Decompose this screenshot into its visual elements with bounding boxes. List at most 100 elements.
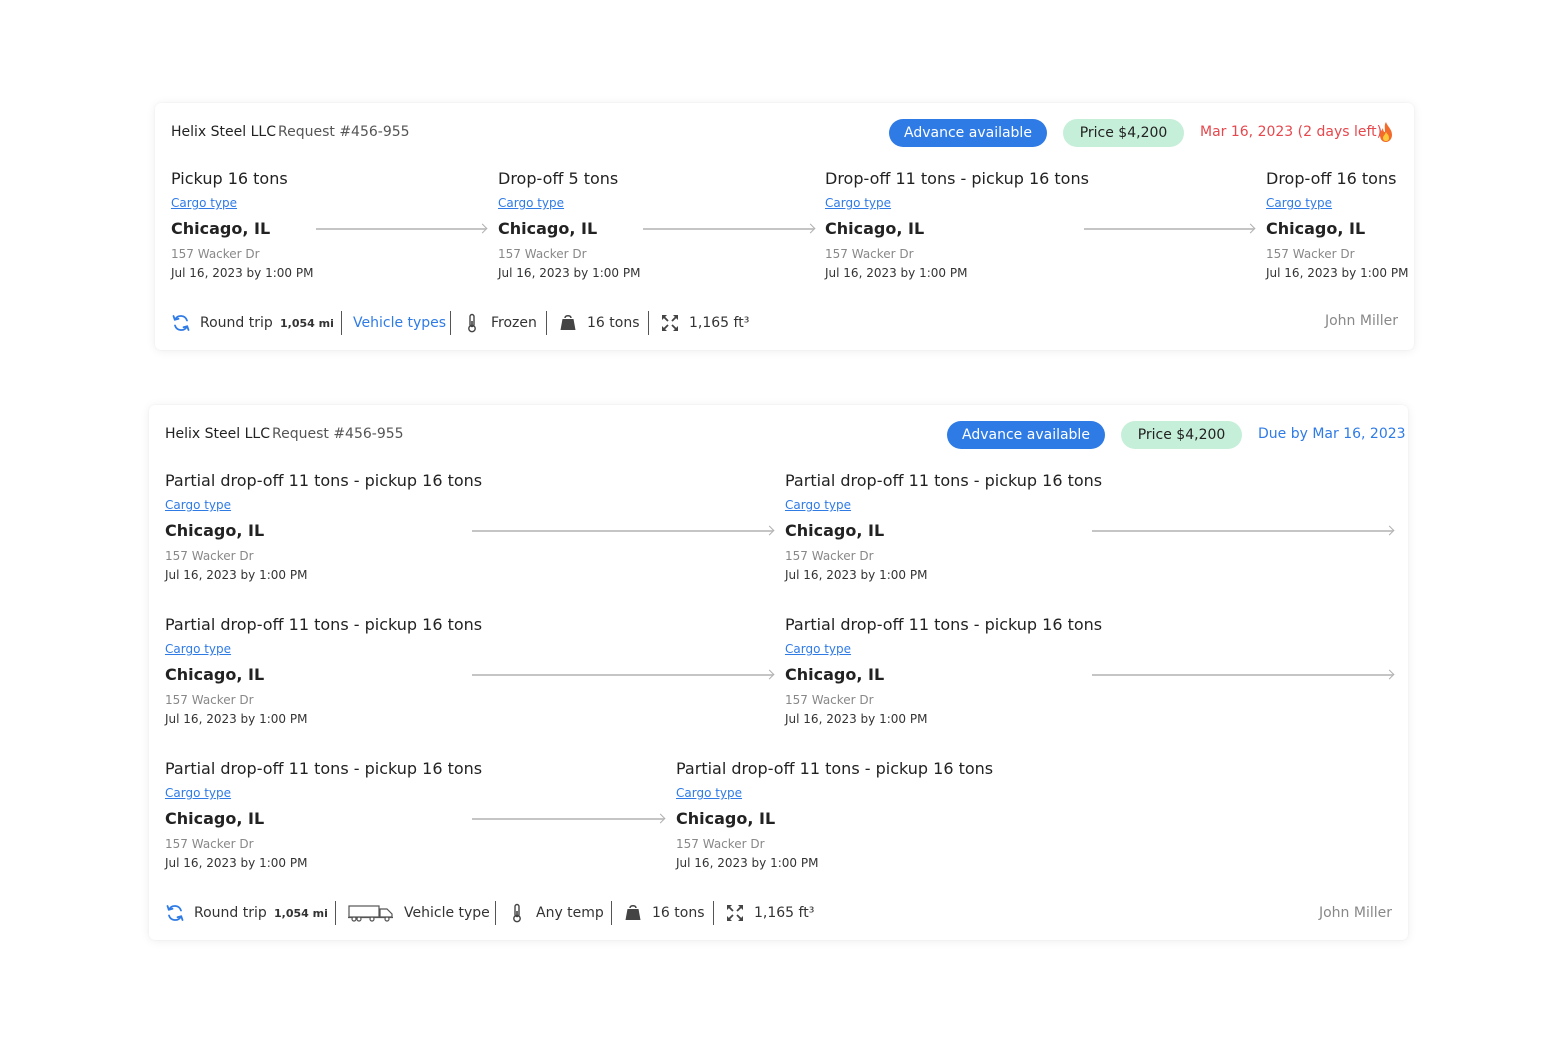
trip-distance: 1,054 mi <box>274 907 328 920</box>
trip-type: Round trip <box>194 905 267 921</box>
round-trip-icon <box>172 315 190 331</box>
weight: 16 tons <box>587 315 640 331</box>
cargo-type-link[interactable]: Cargo type <box>676 786 993 800</box>
cargo-type-link[interactable]: Cargo type <box>165 642 482 656</box>
stop: Partial drop-off 11 tons - pickup 16 ton… <box>676 759 993 870</box>
stop-city: Chicago, IL <box>1266 219 1366 238</box>
divider <box>495 901 496 925</box>
cargo-type-link[interactable]: Cargo type <box>165 498 482 512</box>
stop: Drop-off 16 tons Cargo type Chicago, IL … <box>1266 169 1408 280</box>
temperature: Any temp <box>536 905 604 921</box>
weight: 16 tons <box>652 905 705 921</box>
stop: Partial drop-off 11 tons - pickup 16 ton… <box>165 471 482 582</box>
stop-title: Partial drop-off 11 tons - pickup 16 ton… <box>676 759 994 778</box>
load-card[interactable]: Helix Steel LLC Request #456-955 Advance… <box>149 405 1408 940</box>
company-name: Helix Steel LLC <box>165 426 270 442</box>
stop-address: 157 Wacker Dr <box>165 693 254 707</box>
expand-icon <box>662 315 678 331</box>
stop-address: 157 Wacker Dr <box>785 693 874 707</box>
owner-name: John Miller <box>1324 313 1398 329</box>
stop-date: Jul 16, 2023 by 1:00 PM <box>825 266 968 280</box>
round-trip-icon <box>166 905 184 921</box>
stop: Partial drop-off 11 tons - pickup 16 ton… <box>785 615 1102 726</box>
cargo-type-link[interactable]: Cargo type <box>785 642 1102 656</box>
stop-address: 157 Wacker Dr <box>1266 247 1355 261</box>
cargo-type-link[interactable]: Cargo type <box>498 196 640 210</box>
price-badge: Price $4,200 <box>1121 421 1242 449</box>
divider <box>335 901 336 925</box>
stop-title: Pickup 16 tons <box>171 169 288 188</box>
divider <box>450 311 451 335</box>
stop-city: Chicago, IL <box>785 665 885 684</box>
cargo-type-link[interactable]: Cargo type <box>1266 196 1408 210</box>
cargo-type-link[interactable]: Cargo type <box>171 196 313 210</box>
stop-date: Jul 16, 2023 by 1:00 PM <box>785 712 928 726</box>
stop-city: Chicago, IL <box>165 809 265 828</box>
stop-title: Drop-off 5 tons <box>498 169 619 188</box>
stop-title: Partial drop-off 11 tons - pickup 16 ton… <box>165 471 483 490</box>
stop-date: Jul 16, 2023 by 1:00 PM <box>498 266 641 280</box>
divider <box>648 311 649 335</box>
stop-city: Chicago, IL <box>171 219 271 238</box>
stop-address: 157 Wacker Dr <box>498 247 587 261</box>
expand-icon <box>727 905 743 921</box>
stop-address: 157 Wacker Dr <box>165 549 254 563</box>
stop: Partial drop-off 11 tons - pickup 16 ton… <box>165 615 482 726</box>
thermometer-icon <box>513 903 521 923</box>
route-arrow <box>1084 228 1254 230</box>
vehicle-types-link[interactable]: Vehicle types <box>353 315 446 331</box>
divider <box>611 901 612 925</box>
route-arrow <box>472 530 773 532</box>
stop-title: Partial drop-off 11 tons - pickup 16 ton… <box>165 759 483 778</box>
stop: Drop-off 11 tons - pickup 16 tons Cargo … <box>825 169 1089 280</box>
stop-date: Jul 16, 2023 by 1:00 PM <box>171 266 314 280</box>
cargo-type-link[interactable]: Cargo type <box>785 498 1102 512</box>
price-badge: Price $4,200 <box>1063 119 1184 147</box>
stop-date: Jul 16, 2023 by 1:00 PM <box>676 856 819 870</box>
stop-title: Partial drop-off 11 tons - pickup 16 ton… <box>785 471 1103 490</box>
stop-title: Partial drop-off 11 tons - pickup 16 ton… <box>165 615 483 634</box>
volume: 1,165 ft³ <box>754 905 815 921</box>
cargo-type-link[interactable]: Cargo type <box>165 786 482 800</box>
route-arrow <box>1092 674 1393 676</box>
weight-icon <box>560 314 576 330</box>
stop-address: 157 Wacker Dr <box>785 549 874 563</box>
stop: Partial drop-off 11 tons - pickup 16 ton… <box>785 471 1102 582</box>
stop-title: Drop-off 16 tons <box>1266 169 1397 188</box>
route-arrow <box>316 228 486 230</box>
deadline-text: Due by Mar 16, 2023 <box>1258 426 1406 442</box>
stop-date: Jul 16, 2023 by 1:00 PM <box>1266 266 1409 280</box>
stop-address: 157 Wacker Dr <box>171 247 260 261</box>
route-arrow <box>643 228 814 230</box>
cargo-type-link[interactable]: Cargo type <box>825 196 1089 210</box>
stop-address: 157 Wacker Dr <box>676 837 765 851</box>
fire-icon <box>1380 122 1392 142</box>
company-name: Helix Steel LLC <box>171 124 276 140</box>
stop: Pickup 16 tons Cargo type Chicago, IL 15… <box>171 169 313 280</box>
route-arrow <box>472 674 773 676</box>
stop-title: Partial drop-off 11 tons - pickup 16 ton… <box>785 615 1103 634</box>
vehicle-type: Vehicle type <box>404 905 490 921</box>
stop-city: Chicago, IL <box>498 219 598 238</box>
thermometer-icon <box>468 313 476 333</box>
deadline-text: Mar 16, 2023 (2 days left) <box>1200 124 1383 140</box>
stop-city: Chicago, IL <box>165 521 265 540</box>
trip-distance: 1,054 mi <box>280 317 334 330</box>
divider <box>713 901 714 925</box>
stop-date: Jul 16, 2023 by 1:00 PM <box>785 568 928 582</box>
advance-available-badge: Advance available <box>947 421 1105 449</box>
stop-address: 157 Wacker Dr <box>825 247 914 261</box>
volume: 1,165 ft³ <box>689 315 750 331</box>
advance-available-badge: Advance available <box>889 119 1047 147</box>
temperature: Frozen <box>491 315 537 331</box>
stop-city: Chicago, IL <box>785 521 885 540</box>
route-arrow <box>472 818 664 820</box>
request-number: Request #456-955 <box>278 124 410 140</box>
stop-city: Chicago, IL <box>165 665 265 684</box>
stop-date: Jul 16, 2023 by 1:00 PM <box>165 856 308 870</box>
weight-icon <box>625 904 641 920</box>
stop-city: Chicago, IL <box>825 219 925 238</box>
stop-city: Chicago, IL <box>676 809 776 828</box>
load-card[interactable]: Helix Steel LLC Request #456-955 Advance… <box>155 103 1414 350</box>
trip-type: Round trip <box>200 315 273 331</box>
